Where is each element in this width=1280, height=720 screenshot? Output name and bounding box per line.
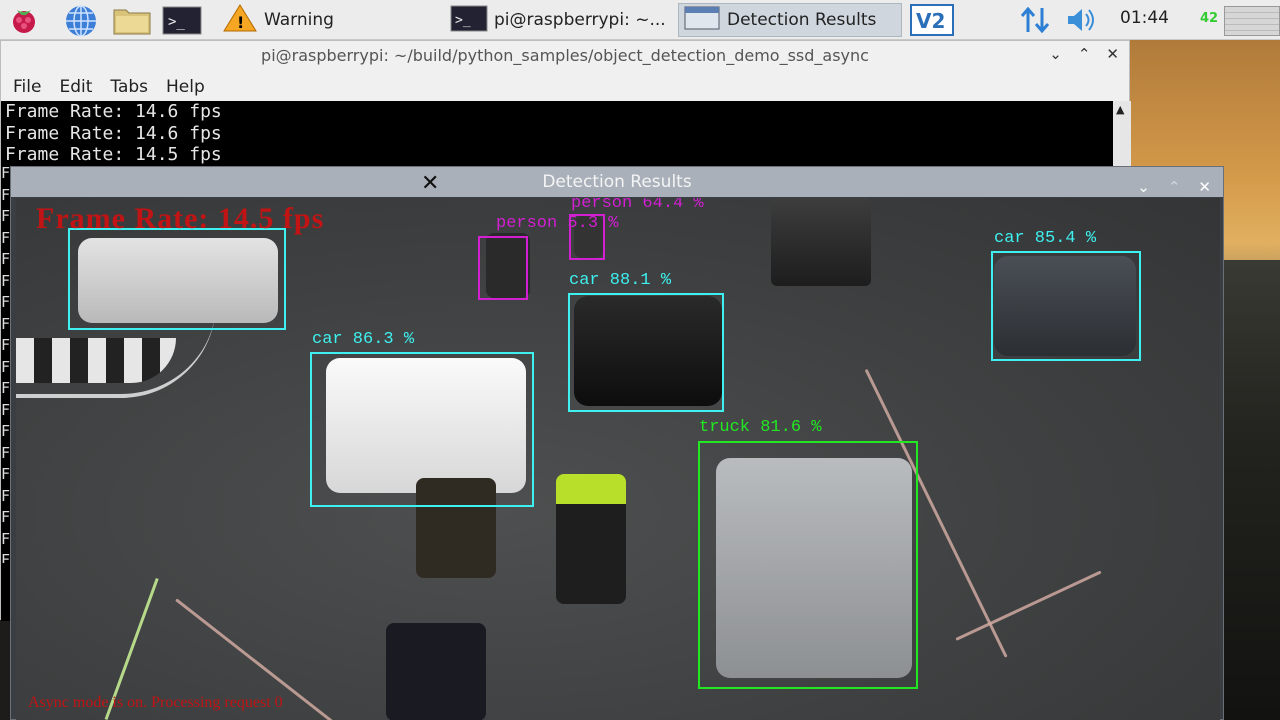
detection-box-truck bbox=[698, 441, 918, 689]
detection-box-car bbox=[68, 228, 286, 330]
volume-icon[interactable] bbox=[1064, 4, 1096, 36]
network-icon[interactable] bbox=[1018, 4, 1050, 36]
wallpaper-mountain bbox=[1222, 260, 1280, 720]
detection-label-car: car 88.1 % bbox=[569, 271, 672, 290]
video-frame: car 86.3 % car 88.1 % car 85.4 % truck 8… bbox=[16, 198, 1220, 720]
menu-file[interactable]: File bbox=[13, 77, 41, 97]
detection-label-car: car 85.4 % bbox=[994, 229, 1097, 248]
terminal-line: Frame Rate: 14.6 fps bbox=[5, 122, 222, 144]
async-mode-overlay: Async mode is on. Processing request 0 bbox=[28, 694, 283, 711]
svg-text:!: ! bbox=[237, 13, 244, 32]
warning-icon: ! bbox=[222, 3, 258, 37]
close-icon[interactable]: ✕ bbox=[1106, 45, 1119, 63]
detection-titlebar[interactable]: ✕ Detection Results ⌄ ⌃ ✕ bbox=[11, 167, 1223, 197]
terminal-line: Frame Rate: 14.5 fps bbox=[5, 144, 222, 165]
detection-task-label: Detection Results bbox=[727, 10, 877, 30]
vnc-icon[interactable]: V2 bbox=[910, 4, 954, 36]
motorbike-rider-yellow bbox=[556, 474, 626, 604]
terminal-task-icon: >_ bbox=[450, 3, 488, 37]
terminal-title: pi@raspberrypi: ~/build/python_samples/o… bbox=[261, 46, 869, 65]
menu-help[interactable]: Help bbox=[166, 77, 205, 97]
frame-rate-overlay: Frame Rate: 14.5 fps bbox=[36, 202, 325, 235]
detection-box-car bbox=[310, 352, 534, 507]
close-x-icon[interactable]: ✕ bbox=[421, 169, 439, 199]
warning-task-label: Warning bbox=[264, 10, 334, 30]
detection-box-car bbox=[991, 251, 1141, 361]
svg-text:V2: V2 bbox=[916, 9, 945, 33]
chevron-down-icon[interactable]: ⌄ bbox=[1049, 45, 1062, 63]
chevron-up-icon[interactable]: ⌃ bbox=[1078, 45, 1091, 63]
taskbar: >_ ! Warning >_ pi@raspberrypi: ~... Det… bbox=[0, 0, 1280, 40]
terminal-menu-bar: File Edit Tabs Help bbox=[1, 73, 205, 101]
detection-results-task[interactable]: Detection Results bbox=[678, 3, 902, 37]
cpu-percent: 42 bbox=[1200, 11, 1219, 26]
tree-branch bbox=[955, 570, 1102, 641]
detection-label-car: car 86.3 % bbox=[312, 330, 415, 349]
menu-edit[interactable]: Edit bbox=[59, 77, 92, 97]
svg-text:>_: >_ bbox=[168, 14, 185, 30]
terminal-task[interactable]: >_ pi@raspberrypi: ~... bbox=[446, 3, 676, 37]
detection-title: Detection Results bbox=[542, 172, 692, 192]
warning-task[interactable]: ! Warning bbox=[218, 3, 438, 37]
file-manager-icon[interactable] bbox=[112, 4, 151, 36]
detection-box-person bbox=[478, 236, 528, 300]
detection-label-person: person 64.4 % bbox=[571, 198, 704, 213]
detection-label-person: person 5.3 % bbox=[496, 214, 619, 233]
detection-label-truck: truck 81.6 % bbox=[699, 418, 822, 437]
detection-results-window[interactable]: ✕ Detection Results ⌄ ⌃ ✕ car 86.3 % car… bbox=[10, 166, 1224, 720]
clock[interactable]: 01:44 bbox=[1120, 8, 1169, 28]
scroll-up-arrow-icon[interactable]: ▲ bbox=[1116, 103, 1124, 116]
vehicle-pickup bbox=[771, 198, 871, 286]
svg-text:>_: >_ bbox=[455, 13, 471, 28]
terminal-icon[interactable]: >_ bbox=[162, 4, 202, 36]
web-browser-icon[interactable] bbox=[64, 4, 96, 37]
detection-box-car bbox=[568, 293, 724, 412]
motorbike-rider-bottom bbox=[386, 623, 486, 720]
terminal-line: Frame Rate: 14.6 fps bbox=[5, 101, 222, 122]
window-icon bbox=[683, 4, 721, 36]
cpu-monitor-icon[interactable] bbox=[1224, 6, 1280, 36]
terminal-window-controls: ⌄ ⌃ ✕ bbox=[1049, 45, 1119, 63]
menu-tabs[interactable]: Tabs bbox=[110, 77, 148, 97]
terminal-task-label: pi@raspberrypi: ~... bbox=[494, 10, 666, 30]
raspberry-menu-icon[interactable] bbox=[8, 4, 40, 36]
